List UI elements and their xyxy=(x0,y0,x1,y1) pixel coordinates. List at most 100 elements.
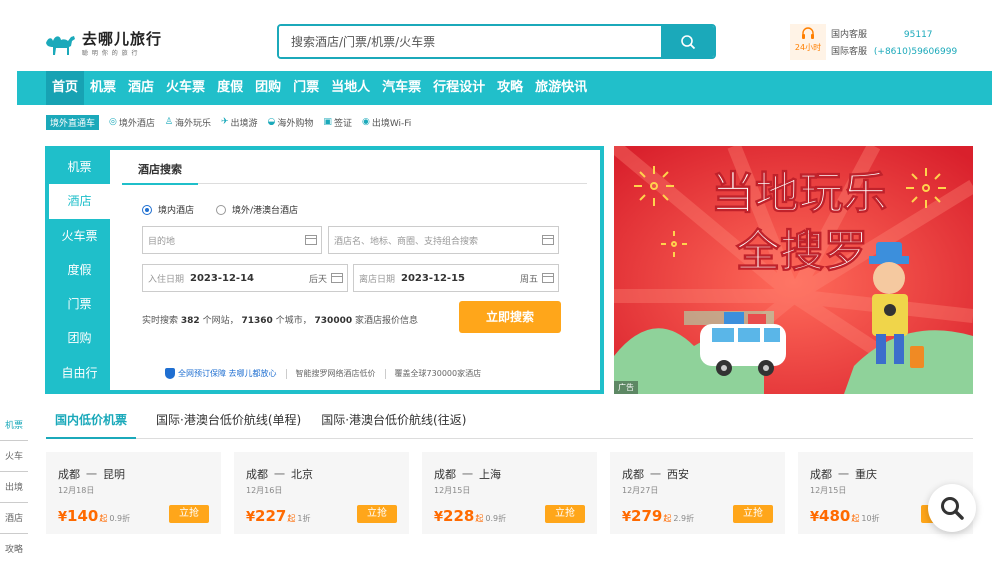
plane-icon: ✈ xyxy=(220,117,229,127)
guarantee-link[interactable]: 全网预订保障 去哪儿都放心 xyxy=(178,368,277,379)
subnav-label: 海外玩乐 xyxy=(174,118,211,129)
logo-title: 去哪儿旅行 xyxy=(82,30,163,48)
price-amount: 480 xyxy=(819,507,851,525)
price: ¥480起 10折 xyxy=(810,506,880,525)
subnav-label: 签证 xyxy=(333,118,352,129)
service-badge: 24小时 xyxy=(790,24,826,60)
overseas-subnav: 境外直通车 ◎ 境外酒店 ♙ 海外玩乐 ✈ 出境游 ◒ 海外购物 ▣ 签证 ◉ 出境Wi-F… xyxy=(46,114,411,130)
flight-date: 12月18日 xyxy=(58,486,95,495)
nav-bus[interactable]: 汽车票 xyxy=(376,71,427,105)
flight-deal-card[interactable]: 成都一昆明 12月18日 ¥140起 0.9折 立抢 xyxy=(46,452,221,534)
promo-banner[interactable]: 当地玩乐 全搜罗 广告 xyxy=(614,146,973,394)
radio-intl[interactable]: 境外/港澳台酒店 xyxy=(216,203,298,216)
route: 成都一北京 xyxy=(246,466,313,482)
subnav-overseas-fun[interactable]: ♙ 海外玩乐 xyxy=(165,116,211,129)
nav-news[interactable]: 旅游快讯 xyxy=(529,71,593,105)
left-nav-outbound[interactable]: 出境 xyxy=(0,472,28,503)
nav-locals[interactable]: 当地人 xyxy=(325,71,376,105)
left-nav-guides[interactable]: 攻略 xyxy=(0,534,28,561)
currency: ¥ xyxy=(58,510,68,525)
flight-deal-card[interactable]: 成都一上海 12月15日 ¥228起 0.9折 立抢 xyxy=(422,452,597,534)
subnav-overseas-hotels[interactable]: ◎ 境外酒店 xyxy=(109,116,155,129)
booking-tab-trains[interactable]: 火车票 xyxy=(49,219,110,253)
booking-panel: 机票 酒店 火车票 度假 门票 团购 自由行 酒店搜索 境内酒店 境外/港澳台酒… xyxy=(45,146,604,394)
nav-hotels[interactable]: 酒店 xyxy=(122,71,160,105)
route-to: 重庆 xyxy=(855,468,877,481)
discount: 0.9折 xyxy=(109,514,131,523)
logo[interactable]: 去哪儿旅行 聪 明 你 的 旅 行 xyxy=(44,30,162,57)
route-to: 昆明 xyxy=(103,468,125,481)
flight-date: 12月16日 xyxy=(246,486,283,495)
hotel-search-button[interactable]: 立即搜索 xyxy=(459,301,561,333)
overseas-tag[interactable]: 境外直通车 xyxy=(46,114,100,130)
grab-button[interactable]: 立抢 xyxy=(169,505,209,523)
booking-tab-hotels[interactable]: 酒店 xyxy=(49,184,110,219)
domestic-service-number[interactable]: 95117 xyxy=(904,30,933,40)
stat-sites-unit: 个网站， xyxy=(202,316,239,326)
main-nav: 首页 机票 酒店 火车票 度假 团购 门票 当地人 汽车票 行程设计 攻略 旅游… xyxy=(17,71,992,105)
city-picker-icon xyxy=(305,235,317,245)
nav-trains[interactable]: 火车票 xyxy=(160,71,211,105)
tab-domestic-lowprice[interactable]: 国内低价机票 xyxy=(46,406,137,439)
booking-tab-freetravel[interactable]: 自由行 xyxy=(49,356,110,390)
route-arrow: 一 xyxy=(838,468,849,481)
stat-cities: 71360 xyxy=(241,316,273,326)
grab-button[interactable]: 立抢 xyxy=(357,505,397,523)
tab-intl-roundtrip[interactable]: 国际·港澳台低价航线(往返) xyxy=(321,406,466,439)
booking-tab-groupbuy[interactable]: 团购 xyxy=(49,321,110,355)
checkout-weekday: 周五 xyxy=(519,274,538,285)
nav-guides[interactable]: 攻略 xyxy=(491,71,529,105)
search-input[interactable] xyxy=(279,26,661,57)
nav-flights[interactable]: 机票 xyxy=(84,71,122,105)
subnav-shopping[interactable]: ◒ 海外购物 xyxy=(268,116,314,129)
grab-button[interactable]: 立抢 xyxy=(733,505,773,523)
calendar-icon xyxy=(542,273,554,283)
nav-groupbuy[interactable]: 团购 xyxy=(249,71,287,105)
keyword-picker-icon xyxy=(542,235,554,245)
price: ¥140起 0.9折 xyxy=(58,506,130,525)
checkout-field[interactable]: 离店日期 2023-12-15 周五 xyxy=(353,264,559,292)
radio-domestic[interactable]: 境内酒店 xyxy=(142,203,194,216)
discount: 0.9折 xyxy=(485,514,507,523)
hotel-search-heading: 酒店搜索 xyxy=(122,159,198,185)
nav-tickets[interactable]: 门票 xyxy=(287,71,325,105)
domestic-service-label: 国内客服 xyxy=(831,30,868,40)
floating-search-button[interactable] xyxy=(928,484,976,532)
grab-button[interactable]: 立抢 xyxy=(545,505,585,523)
booking-tab-tickets[interactable]: 门票 xyxy=(49,287,110,321)
left-nav-flights[interactable]: 机票 xyxy=(0,410,28,441)
coverage-text: 覆盖全球730000家酒店 xyxy=(394,369,482,378)
tab-intl-oneway[interactable]: 国际·港澳台低价航线(单程) xyxy=(156,406,301,439)
destination-field[interactable]: 目的地 xyxy=(142,226,322,254)
hotel-search-form: 酒店搜索 境内酒店 境外/港澳台酒店 目的地 酒店名、地标、商圈、支持组合搜索 … xyxy=(110,150,600,390)
intl-service-number[interactable]: (+8610)59606999 xyxy=(874,47,957,57)
hotel-type-radios: 境内酒店 境外/港澳台酒店 xyxy=(142,203,320,216)
flight-deal-card[interactable]: 成都一北京 12月16日 ¥227起 1折 立抢 xyxy=(234,452,409,534)
search-icon xyxy=(941,497,964,520)
subnav-visa[interactable]: ▣ 签证 xyxy=(323,116,352,129)
currency: ¥ xyxy=(246,510,256,525)
route-from: 成都 xyxy=(810,468,832,481)
checkin-field[interactable]: 入住日期 2023-12-14 后天 xyxy=(142,264,348,292)
route-arrow: 一 xyxy=(650,468,661,481)
destination-placeholder: 目的地 xyxy=(148,236,176,247)
price-from: 起 xyxy=(475,514,484,523)
currency: ¥ xyxy=(810,510,820,525)
flight-deal-card[interactable]: 成都一西安 12月27日 ¥279起 2.9折 立抢 xyxy=(610,452,785,534)
lowprice-text: 智能搜罗网络酒店低价 xyxy=(295,369,376,378)
left-nav-hotels[interactable]: 酒店 xyxy=(0,503,28,534)
nav-home[interactable]: 首页 xyxy=(46,71,85,105)
subnav-outbound-tour[interactable]: ✈ 出境游 xyxy=(221,116,258,129)
subnav-label: 出境Wi-Fi xyxy=(371,118,412,129)
globe-icon: ◎ xyxy=(109,117,117,127)
subnav-wifi[interactable]: ◉ 出境Wi-Fi xyxy=(362,116,411,129)
keyword-field[interactable]: 酒店名、地标、商圈、支持组合搜索 xyxy=(328,226,559,254)
booking-tab-flights[interactable]: 机票 xyxy=(49,150,110,184)
nav-vacation[interactable]: 度假 xyxy=(211,71,249,105)
radio-dot xyxy=(216,204,227,215)
nav-itinerary[interactable]: 行程设计 xyxy=(427,71,491,105)
left-nav-trains[interactable]: 火车 xyxy=(0,441,28,472)
search-button[interactable] xyxy=(661,26,714,57)
price: ¥227起 1折 xyxy=(246,506,310,525)
booking-tab-vacation[interactable]: 度假 xyxy=(49,253,110,287)
